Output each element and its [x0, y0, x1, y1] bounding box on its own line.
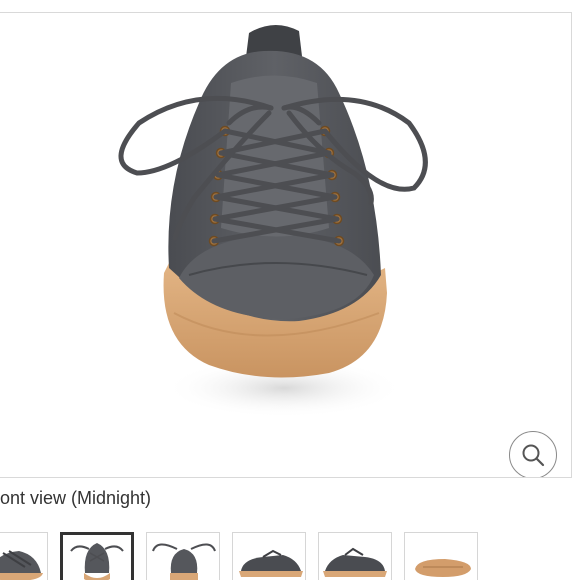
zoom-button[interactable] — [509, 431, 557, 477]
image-caption: ront view (Midnight) — [0, 488, 152, 508]
thumbnail-side-profile-other-image — [323, 547, 387, 577]
thumbnail-side-profile-other[interactable] — [318, 532, 392, 580]
thumbnail-back-image — [152, 543, 216, 580]
thumbnail-angled-side-image — [0, 550, 43, 580]
shoe-front-view-image — [118, 24, 428, 418]
thumbnail-sole-image — [415, 559, 471, 577]
thumbnail-sole[interactable] — [404, 532, 478, 580]
thumbnail-angled-side[interactable] — [0, 532, 48, 580]
product-image-viewer — [0, 12, 572, 478]
thumbnail-side-profile[interactable] — [232, 532, 306, 580]
thumbnail-front-image — [70, 543, 124, 580]
thumbnail-back[interactable] — [146, 532, 220, 580]
thumbnail-strip — [0, 532, 580, 580]
thumbnail-side-profile-image — [239, 549, 303, 577]
thumbnail-front[interactable] — [60, 532, 134, 580]
search-icon — [522, 444, 545, 467]
